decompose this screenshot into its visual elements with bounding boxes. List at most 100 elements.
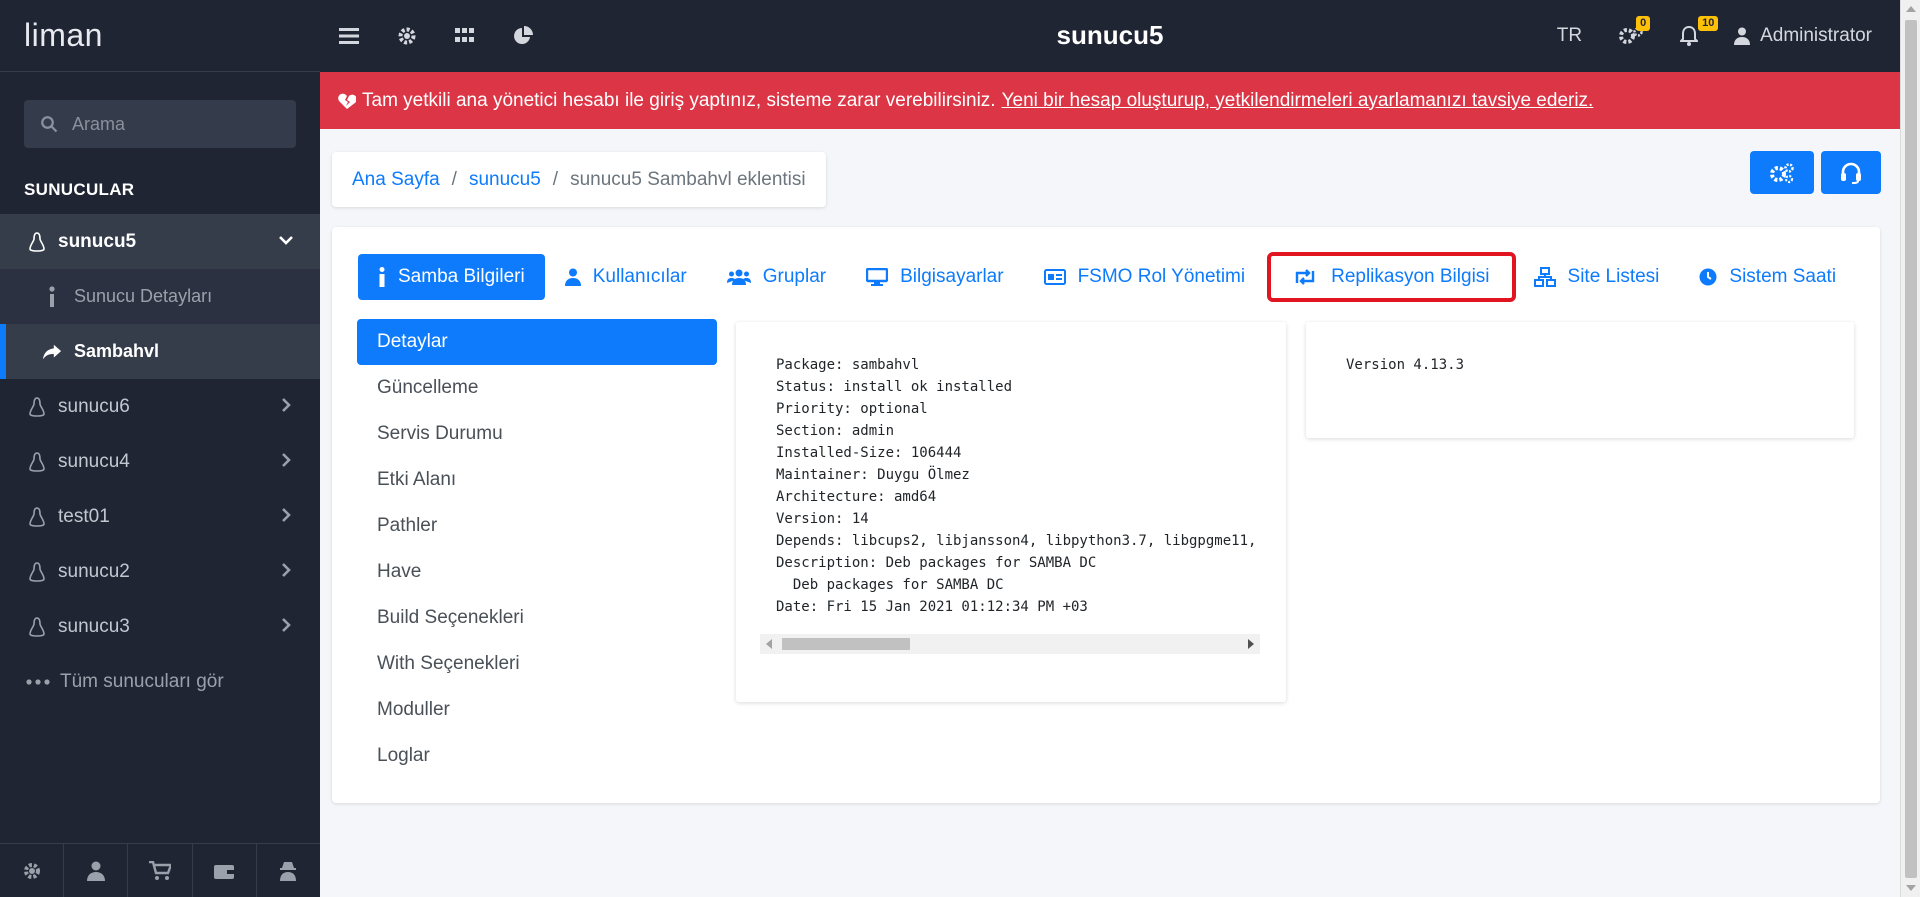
- user-menu[interactable]: Administrator: [1734, 25, 1872, 47]
- settings-notifications-button[interactable]: 0: [1618, 16, 1651, 46]
- tab-kullanicilar[interactable]: Kullanıcılar: [545, 254, 707, 300]
- sidebar-item-sunucu5[interactable]: sunucu5: [0, 214, 320, 269]
- support-button[interactable]: [1821, 151, 1881, 194]
- horizontal-scrollbar[interactable]: [760, 634, 1260, 654]
- footer-wallet-button[interactable]: [193, 844, 257, 897]
- scroll-up-arrow[interactable]: [1906, 6, 1916, 12]
- share-icon: [42, 343, 62, 361]
- sidebar-item-sunucu6[interactable]: sunucu6: [0, 379, 320, 434]
- page-scrollbar[interactable]: [1900, 0, 1920, 897]
- tab-label: Replikasyon Bilgisi: [1331, 266, 1490, 287]
- menu-toggle-button[interactable]: [320, 0, 378, 72]
- footer-market-button[interactable]: [128, 844, 193, 897]
- breadcrumb-server-link[interactable]: sunucu5: [469, 169, 541, 191]
- alert-link[interactable]: Yeni bir hesap oluşturup, yetkilendirmel…: [1002, 90, 1594, 112]
- linux-icon: [26, 616, 48, 638]
- grid-icon: [455, 28, 474, 42]
- subnav-guncelleme[interactable]: Güncelleme: [357, 365, 717, 411]
- sidebar-item-label: sunucu3: [58, 615, 130, 637]
- cart-icon: [149, 860, 171, 880]
- subnav-have[interactable]: Have: [357, 549, 717, 595]
- chevron-down-icon: [279, 236, 293, 245]
- breadcrumb-home-link[interactable]: Ana Sayfa: [352, 169, 440, 191]
- details-subnav: Detaylar Güncelleme Servis Durumu Etki A…: [357, 319, 717, 779]
- chevron-right-icon: [282, 398, 291, 412]
- extension-card: Samba Bilgileri Kullanıcılar Gruplar Bil…: [332, 227, 1880, 803]
- language-selector[interactable]: TR: [1557, 25, 1582, 47]
- chevron-right-icon: [282, 453, 291, 467]
- linux-icon: [26, 396, 48, 418]
- subnav-servis-durumu[interactable]: Servis Durumu: [357, 411, 717, 457]
- sidebar-item-test01[interactable]: test01: [0, 489, 320, 544]
- linux-icon: [26, 231, 48, 253]
- sidebar-item-sunucu3[interactable]: sunucu3: [0, 599, 320, 654]
- alert-text: Tam yetkili ana yönetici hesabı ile giri…: [362, 89, 996, 111]
- scroll-thumb[interactable]: [1905, 20, 1917, 878]
- breadcrumb-current: sunucu5 Sambahvl eklentisi: [570, 168, 806, 190]
- extension-settings-button[interactable]: [1750, 151, 1814, 194]
- clock-icon: [1699, 268, 1717, 286]
- sidebar-item-label: sunucu2: [58, 560, 130, 582]
- search-box: [24, 100, 296, 148]
- sidebar-item-sambahvl[interactable]: Sambahvl: [0, 324, 320, 379]
- stats-button[interactable]: [494, 0, 552, 72]
- settings-badge: 0: [1636, 16, 1651, 31]
- scroll-left-arrow[interactable]: [766, 639, 772, 649]
- breadcrumb-separator: /: [552, 168, 559, 190]
- sidebar-item-label: sunucu5: [58, 230, 137, 252]
- tab-replikasyon-bilgisi[interactable]: Replikasyon Bilgisi: [1267, 252, 1516, 302]
- subnav-with-secenekleri[interactable]: With Seçenekleri: [357, 641, 717, 687]
- breadcrumb: Ana Sayfa / sunucu5 / sunucu5 Sambahvl e…: [332, 152, 826, 207]
- notifications-button[interactable]: 10: [1680, 16, 1719, 46]
- linux-icon: [26, 561, 48, 583]
- footer-settings-button[interactable]: [0, 844, 65, 897]
- sidebar-item-label: sunucu4: [58, 450, 130, 472]
- apps-button[interactable]: [436, 0, 494, 72]
- search-input[interactable]: [72, 113, 272, 135]
- brand-logo[interactable]: liman: [0, 0, 320, 72]
- users-icon: [726, 269, 751, 285]
- bell-icon: [1680, 26, 1699, 46]
- search-wrapper: [0, 72, 320, 148]
- scroll-thumb[interactable]: [782, 638, 910, 650]
- footer-user-button[interactable]: [64, 844, 129, 897]
- linux-icon: [26, 506, 48, 528]
- breadcrumb-separator: /: [451, 168, 457, 190]
- sidebar-item-see-all[interactable]: Tüm sunucuları gör: [0, 654, 320, 709]
- tab-label: Gruplar: [762, 266, 827, 287]
- heart-broken-icon: [338, 93, 356, 109]
- user-secret-icon: [280, 861, 297, 881]
- topbar-right: TR 0 10 Administrator: [1557, 0, 1872, 72]
- package-info-text: Package: sambahvl Status: install ok ins…: [776, 357, 1257, 615]
- sidebar-item-label: sunucu6: [58, 395, 130, 417]
- subnav-moduller[interactable]: Moduller: [357, 687, 717, 733]
- cog-button[interactable]: [378, 0, 436, 72]
- sidebar-footer: [0, 843, 320, 897]
- footer-key-button[interactable]: [257, 844, 320, 897]
- tab-sistem-saati[interactable]: Sistem Saati: [1679, 254, 1856, 300]
- tab-label: Kullanıcılar: [592, 266, 687, 287]
- subnav-build-secenekleri[interactable]: Build Seçenekleri: [357, 595, 717, 641]
- chevron-right-icon: [282, 508, 291, 522]
- headset-icon: [1841, 162, 1861, 184]
- scroll-down-arrow[interactable]: [1906, 885, 1916, 891]
- tab-bilgisayarlar[interactable]: Bilgisayarlar: [846, 254, 1023, 300]
- subnav-loglar[interactable]: Loglar: [357, 733, 717, 779]
- sidebar-subitem-label: Sambahvl: [74, 341, 160, 361]
- info-icon: [378, 267, 386, 287]
- subnav-detaylar[interactable]: Detaylar: [357, 319, 717, 365]
- brand-text: liman: [24, 17, 103, 53]
- sidebar-item-sunucu4[interactable]: sunucu4: [0, 434, 320, 489]
- tab-fsmo-rol-yonetimi[interactable]: FSMO Rol Yönetimi: [1024, 254, 1266, 300]
- tab-samba-bilgileri[interactable]: Samba Bilgileri: [358, 254, 545, 300]
- subnav-pathler[interactable]: Pathler: [357, 503, 717, 549]
- subnav-etki-alani[interactable]: Etki Alanı: [357, 457, 717, 503]
- tab-gruplar[interactable]: Gruplar: [707, 254, 846, 300]
- sidebar-item-sunucu2[interactable]: sunucu2: [0, 544, 320, 599]
- sidebar-item-sunucu-detaylari[interactable]: Sunucu Detayları: [0, 269, 320, 324]
- sidebar-subitem-label: Sunucu Detayları: [74, 286, 213, 306]
- pie-chart-icon: [514, 26, 533, 44]
- tab-site-listesi[interactable]: Site Listesi: [1514, 254, 1680, 300]
- servers-section-title: SUNUCULAR: [24, 180, 135, 199]
- scroll-right-arrow[interactable]: [1248, 639, 1254, 649]
